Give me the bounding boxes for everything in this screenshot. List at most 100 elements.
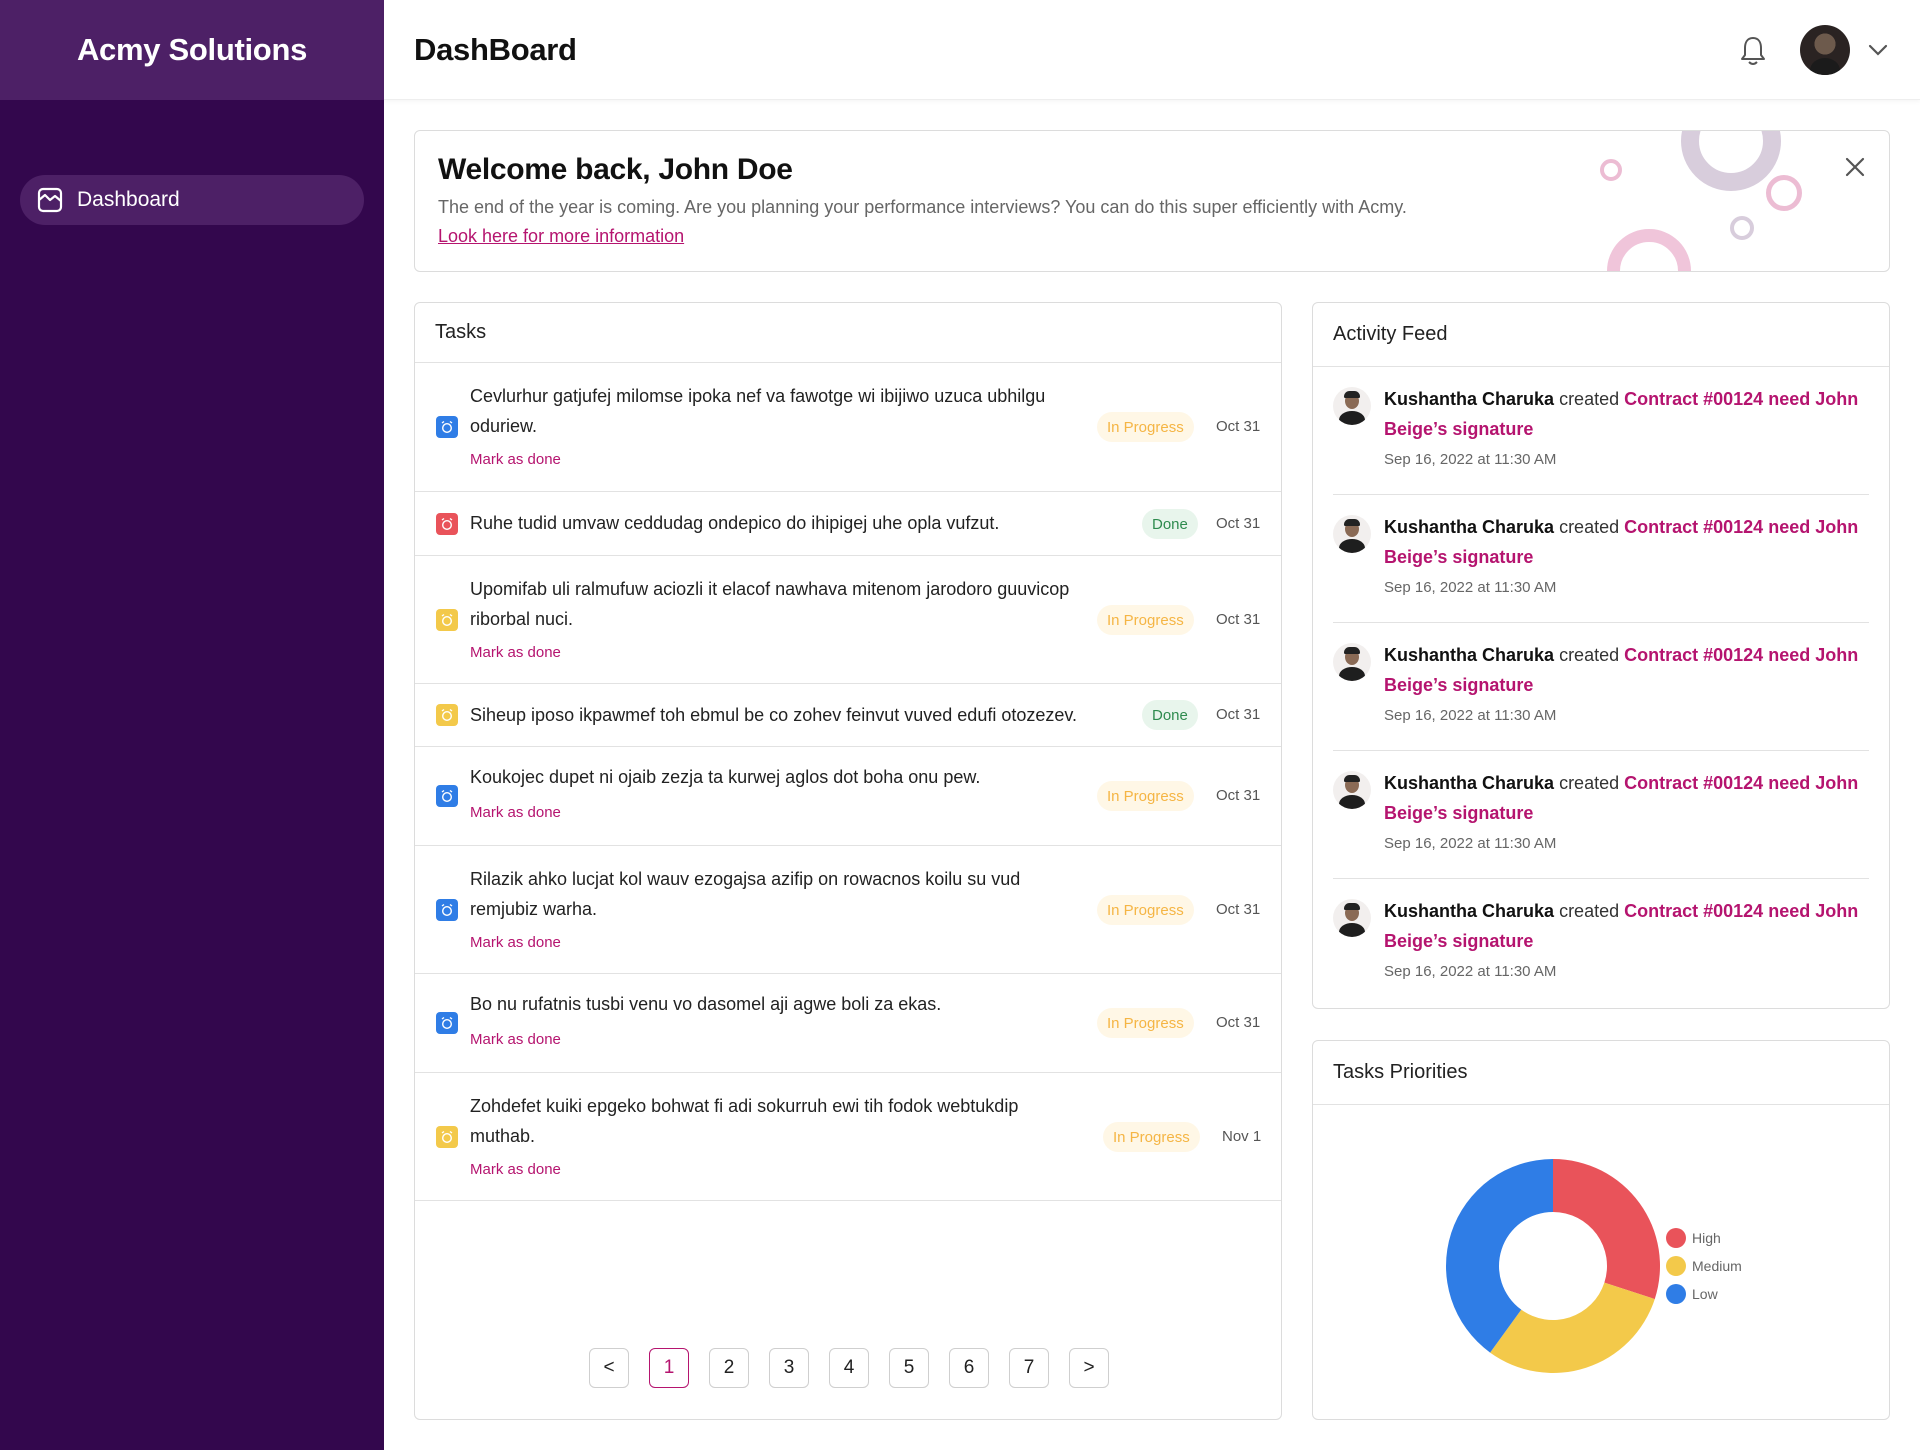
- feed-time: Sep 16, 2022 at 11:30 AM: [1384, 579, 1557, 596]
- feed-user[interactable]: Kushantha Charuka: [1384, 645, 1554, 665]
- more-info-link[interactable]: Look here for more information: [438, 226, 684, 247]
- task-text: Koukojec dupet ni ojaib zezja ta kurwej …: [470, 767, 981, 787]
- legend-swatch: [1666, 1284, 1686, 1304]
- mark-as-done-link[interactable]: Mark as done: [470, 1031, 561, 1048]
- task-text: Siheup iposo ikpawmef toh ebmul be co zo…: [470, 705, 1078, 725]
- task-date: Oct 31: [1216, 787, 1261, 804]
- page-button-1[interactable]: 1: [649, 1348, 689, 1388]
- status-badge: In Progress: [1097, 412, 1194, 442]
- page-button-4[interactable]: 4: [829, 1348, 869, 1388]
- avatar[interactable]: [1800, 25, 1850, 75]
- feed-time: Sep 16, 2022 at 11:30 AM: [1384, 707, 1557, 724]
- decorative-ring: [1730, 216, 1754, 240]
- task-text: Zohdefet kuiki epgeko bohwat fi adi soku…: [470, 1096, 1019, 1146]
- user-avatar[interactable]: [1333, 899, 1371, 937]
- task-text: Upomifab uli ralmufuw aciozli it elacof …: [470, 579, 1070, 629]
- feed-user[interactable]: Kushantha Charuka: [1384, 517, 1554, 537]
- decorative-ring: [1600, 159, 1622, 181]
- dashboard-icon: [37, 187, 63, 213]
- decorative-ring: [1681, 131, 1781, 191]
- prev-page-button[interactable]: <: [589, 1348, 629, 1388]
- user-avatar[interactable]: [1333, 771, 1371, 809]
- decorative-ring: [1766, 175, 1802, 211]
- alarm-icon: [436, 899, 458, 921]
- slice-medium[interactable]: [1490, 1282, 1655, 1373]
- feed-time: Sep 16, 2022 at 11:30 AM: [1384, 451, 1557, 468]
- page-button-7[interactable]: 7: [1009, 1348, 1049, 1388]
- legend-item-medium[interactable]: Medium: [1666, 1256, 1742, 1276]
- feed-action: created: [1559, 645, 1620, 665]
- sidebar: Acmy Solutions Dashboard: [0, 0, 384, 1450]
- tasks-card: Tasks Cevlurhur gatjufej milomse ipoka n…: [414, 302, 1282, 1420]
- legend-label: Low: [1692, 1286, 1718, 1302]
- feed-time: Sep 16, 2022 at 11:30 AM: [1384, 963, 1557, 980]
- legend-label: Medium: [1692, 1258, 1742, 1274]
- alarm-icon: [436, 1126, 458, 1148]
- decorative-ring: [1607, 229, 1691, 271]
- feed-text: Kushantha Charuka created Contract #0012…: [1384, 640, 1874, 700]
- feed-text: Kushantha Charuka created Contract #0012…: [1384, 896, 1874, 956]
- next-page-button[interactable]: >: [1069, 1348, 1109, 1388]
- feed-item: Kushantha Charuka created Contract #0012…: [1333, 879, 1869, 1007]
- mark-as-done-link[interactable]: Mark as done: [470, 451, 561, 468]
- top-header: DashBoard: [384, 0, 1920, 100]
- user-avatar[interactable]: [1333, 387, 1371, 425]
- pagination: < 1 2 3 4 5 6 7 >: [415, 1348, 1283, 1388]
- sidebar-item-label: Dashboard: [77, 188, 180, 211]
- legend-label: High: [1692, 1230, 1721, 1246]
- task-date: Oct 31: [1216, 1014, 1261, 1031]
- feed-action: created: [1559, 901, 1620, 921]
- task-row: Koukojec dupet ni ojaib zezja ta kurwej …: [415, 747, 1281, 846]
- page-button-3[interactable]: 3: [769, 1348, 809, 1388]
- task-priorities-card: Tasks Priorities High Medium Low: [1312, 1040, 1890, 1420]
- feed-action: created: [1559, 773, 1620, 793]
- mark-as-done-link[interactable]: Mark as done: [470, 934, 561, 951]
- feed-list: Kushantha Charuka created Contract #0012…: [1313, 367, 1889, 1007]
- feed-item: Kushantha Charuka created Contract #0012…: [1333, 623, 1869, 751]
- feed-action: created: [1559, 389, 1620, 409]
- page-button-6[interactable]: 6: [949, 1348, 989, 1388]
- welcome-title: Welcome back, John Doe: [438, 153, 793, 186]
- mark-as-done-link[interactable]: Mark as done: [470, 804, 561, 821]
- close-icon[interactable]: [1840, 152, 1870, 182]
- feed-user[interactable]: Kushantha Charuka: [1384, 773, 1554, 793]
- task-date: Nov 1: [1222, 1128, 1262, 1145]
- feed-user[interactable]: Kushantha Charuka: [1384, 901, 1554, 921]
- task-date: Oct 31: [1216, 706, 1261, 723]
- legend-swatch: [1666, 1256, 1686, 1276]
- legend-item-high[interactable]: High: [1666, 1228, 1721, 1248]
- feed-item: Kushantha Charuka created Contract #0012…: [1333, 367, 1869, 495]
- welcome-subtitle: The end of the year is coming. Are you p…: [438, 197, 1407, 217]
- task-date: Oct 31: [1216, 901, 1261, 918]
- activity-feed-title: Activity Feed: [1313, 303, 1889, 367]
- alarm-icon: [436, 704, 458, 726]
- page-button-5[interactable]: 5: [889, 1348, 929, 1388]
- status-badge: Done: [1142, 509, 1198, 539]
- task-text: Rilazik ahko lucjat kol wauv ezogajsa az…: [470, 869, 1021, 919]
- welcome-banner: Welcome back, John Doe The end of the ye…: [414, 130, 1890, 272]
- slice-high[interactable]: [1553, 1159, 1660, 1300]
- feed-item: Kushantha Charuka created Contract #0012…: [1333, 751, 1869, 879]
- user-avatar[interactable]: [1333, 515, 1371, 553]
- feed-text: Kushantha Charuka created Contract #0012…: [1384, 384, 1874, 444]
- page-button-2[interactable]: 2: [709, 1348, 749, 1388]
- legend-item-low[interactable]: Low: [1666, 1284, 1718, 1304]
- task-date: Oct 31: [1216, 611, 1261, 628]
- feed-action: created: [1559, 517, 1620, 537]
- mark-as-done-link[interactable]: Mark as done: [470, 1161, 561, 1178]
- priority-donut-chart: [1446, 1159, 1660, 1373]
- feed-time: Sep 16, 2022 at 11:30 AM: [1384, 835, 1557, 852]
- task-row: Zohdefet kuiki epgeko bohwat fi adi soku…: [415, 1073, 1281, 1201]
- user-avatar[interactable]: [1333, 643, 1371, 681]
- task-date: Oct 31: [1216, 515, 1261, 532]
- mark-as-done-link[interactable]: Mark as done: [470, 644, 561, 661]
- activity-feed-card: Activity Feed Kushantha Charuka created …: [1312, 302, 1890, 1009]
- status-badge: In Progress: [1097, 1008, 1194, 1038]
- tasks-title: Tasks: [415, 303, 1281, 363]
- status-badge: In Progress: [1097, 895, 1194, 925]
- chevron-down-icon[interactable]: [1866, 38, 1890, 62]
- feed-user[interactable]: Kushantha Charuka: [1384, 389, 1554, 409]
- sidebar-item-dashboard[interactable]: Dashboard: [20, 175, 364, 225]
- alarm-icon: [436, 513, 458, 535]
- bell-icon[interactable]: [1738, 35, 1768, 67]
